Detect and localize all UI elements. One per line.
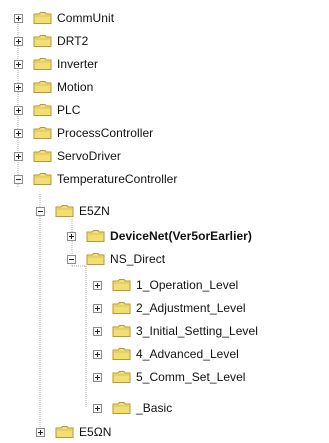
- folder-icon: [112, 325, 131, 337]
- tree-node-label: Inverter: [57, 57, 99, 71]
- tree-node-label: _Basic: [136, 401, 173, 415]
- folder-icon: [33, 127, 52, 139]
- plus-box-icon[interactable]: [14, 36, 23, 46]
- tree-node-label: 1_Operation_Level: [136, 278, 239, 292]
- minus-box-icon[interactable]: [67, 254, 76, 264]
- plus-box-icon[interactable]: [93, 349, 102, 359]
- tree-node-label: 5_Comm_Set_Level: [136, 370, 246, 384]
- plus-box-icon[interactable]: [36, 427, 45, 437]
- folder-icon: [112, 279, 131, 291]
- plus-box-icon[interactable]: [67, 231, 76, 241]
- plus-box-icon[interactable]: [93, 372, 102, 382]
- tree-node-ns-direct[interactable]: NS_Direct: [67, 250, 165, 268]
- folder-icon: [55, 426, 74, 438]
- folder-icon: [33, 150, 52, 162]
- tree-node-label: DeviceNet(Ver5orEarlier): [110, 229, 252, 243]
- tree-node-basic[interactable]: _Basic: [93, 399, 172, 417]
- folder-icon: [112, 371, 131, 383]
- folder-icon: [33, 58, 52, 70]
- tree-node-label: E5ΩN: [79, 425, 112, 439]
- plus-box-icon[interactable]: [14, 59, 23, 69]
- folder-icon: [33, 12, 52, 24]
- plus-box-icon[interactable]: [93, 280, 102, 290]
- plus-box-icon[interactable]: [14, 105, 23, 115]
- tree-node-motion[interactable]: Motion: [14, 78, 93, 96]
- tree-node-label: DRT2: [57, 34, 89, 48]
- minus-box-icon[interactable]: [36, 206, 45, 216]
- plus-box-icon[interactable]: [14, 13, 23, 23]
- tree-node-label: Motion: [57, 80, 94, 94]
- folder-icon: [33, 173, 52, 185]
- tree-node-temperature-controller[interactable]: TemperatureController: [14, 170, 177, 188]
- plus-box-icon[interactable]: [14, 151, 23, 161]
- plus-box-icon[interactable]: [93, 326, 102, 336]
- tree-node-label: 2_Adjustment_Level: [136, 301, 246, 315]
- plus-box-icon[interactable]: [93, 403, 102, 413]
- folder-icon: [33, 104, 52, 116]
- folder-icon: [112, 302, 131, 314]
- tree-node-label: 4_Advanced_Level: [136, 347, 239, 361]
- tree-node-comm-set-level[interactable]: 5_Comm_Set_Level: [93, 368, 246, 386]
- folder-icon: [112, 348, 131, 360]
- tree-node-label: ProcessController: [57, 126, 154, 140]
- plus-box-icon[interactable]: [93, 303, 102, 313]
- folder-icon: [33, 81, 52, 93]
- tree-node-servo-driver[interactable]: ServoDriver: [14, 147, 121, 165]
- tree-node-advanced-level[interactable]: 4_Advanced_Level: [93, 345, 239, 363]
- folder-icon: [86, 230, 105, 242]
- tree-view: CommUnit DRT2 Inverter Motion PLC Proces…: [0, 0, 329, 443]
- tree-node-label: CommUnit: [57, 11, 115, 25]
- tree-node-label: ServoDriver: [57, 149, 121, 163]
- tree-node-commutit[interactable]: CommUnit: [14, 9, 114, 27]
- tree-node-label: E5ZN: [79, 204, 110, 218]
- tree-node-drt2[interactable]: DRT2: [14, 32, 88, 50]
- tree-node-label: TemperatureController: [57, 172, 178, 186]
- folder-icon: [112, 402, 131, 414]
- minus-box-icon[interactable]: [14, 174, 23, 184]
- folder-icon: [55, 205, 74, 217]
- tree-node-label: PLC: [57, 103, 81, 117]
- tree-node-adjustment-level[interactable]: 2_Adjustment_Level: [93, 299, 246, 317]
- plus-box-icon[interactable]: [14, 82, 23, 92]
- folder-icon: [86, 253, 105, 265]
- tree-node-inverter[interactable]: Inverter: [14, 55, 98, 73]
- tree-node-initial-setting-level[interactable]: 3_Initial_Setting_Level: [93, 322, 258, 340]
- tree-node-e5zn[interactable]: E5ZN: [36, 202, 110, 220]
- tree-node-plc[interactable]: PLC: [14, 101, 81, 119]
- tree-node-e5-n[interactable]: E5ΩN: [36, 423, 112, 441]
- tree-node-devicenet[interactable]: DeviceNet(Ver5orEarlier): [67, 227, 252, 245]
- tree-node-operation-level[interactable]: 1_Operation_Level: [93, 276, 238, 294]
- plus-box-icon[interactable]: [14, 128, 23, 138]
- tree-node-process-controller[interactable]: ProcessController: [14, 124, 153, 142]
- folder-icon: [33, 35, 52, 47]
- tree-node-label: NS_Direct: [110, 252, 166, 266]
- tree-node-label: 3_Initial_Setting_Level: [136, 324, 258, 338]
